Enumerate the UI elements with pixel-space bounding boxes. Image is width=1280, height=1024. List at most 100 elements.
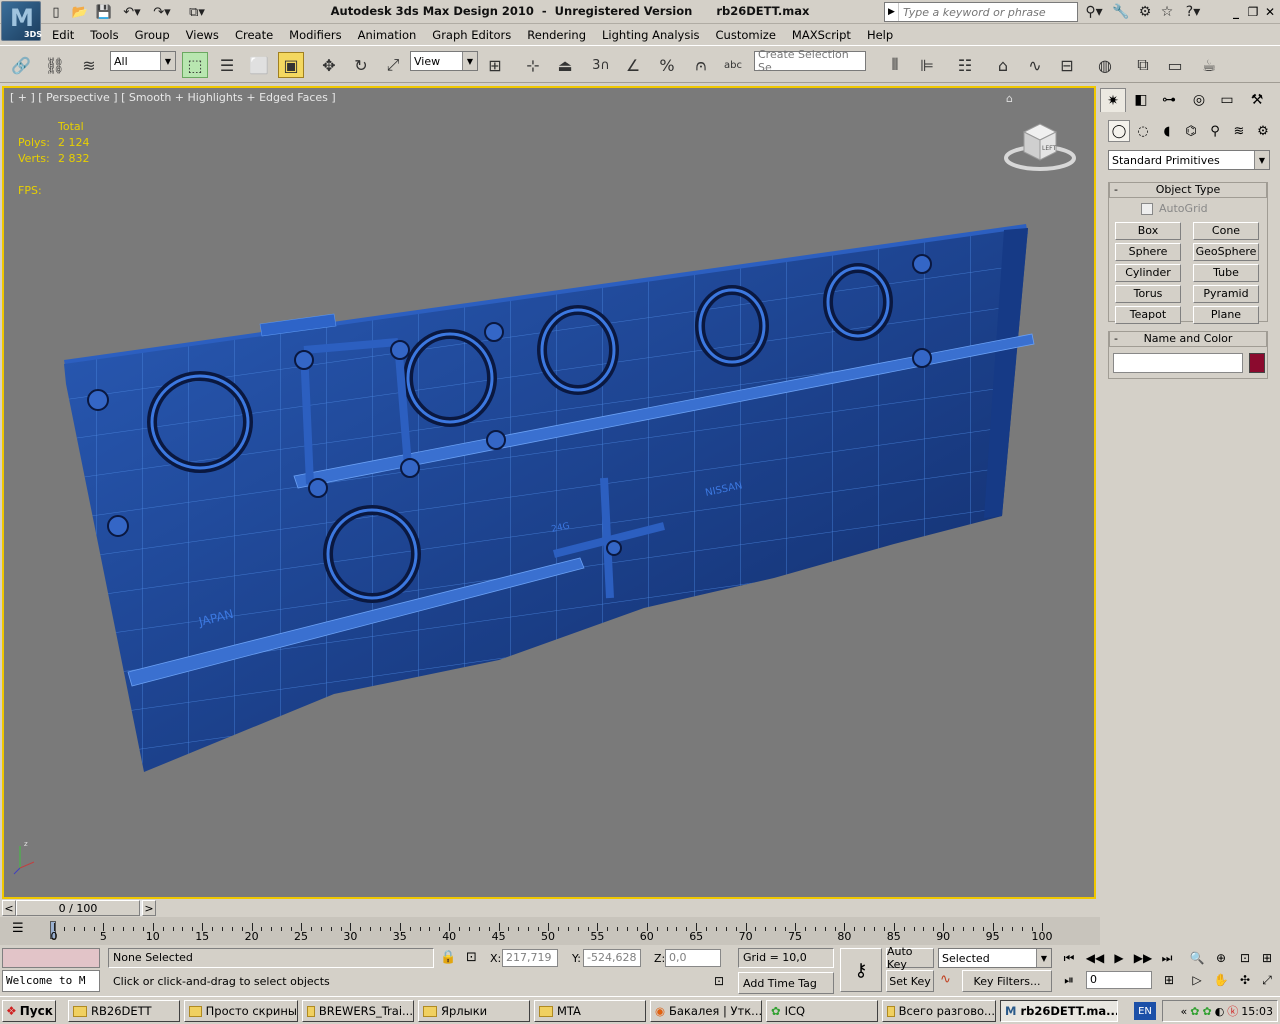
helpers-category-icon[interactable]: ⚲ <box>1204 120 1226 142</box>
key-mode-toggle-icon[interactable]: ⏯ <box>1058 970 1080 990</box>
language-indicator[interactable]: EN <box>1134 1002 1156 1020</box>
minimize-icon[interactable]: _ <box>1228 4 1244 20</box>
autogrid-checkbox-box[interactable] <box>1141 202 1153 215</box>
pivot-center-icon[interactable]: ⊞ <box>482 52 508 78</box>
create-tab-icon[interactable]: ✷ <box>1100 88 1126 112</box>
next-frame-icon[interactable]: ▶▶ <box>1132 948 1154 968</box>
schematic-view-icon[interactable]: ⊟ <box>1054 52 1080 78</box>
track-bar[interactable]: ☰ 0 5 10 15 20 25 30 35 40 45 50 55 60 65 70 75 80 85 90 95… <box>0 917 1100 945</box>
menu-animation[interactable]: Animation <box>350 25 425 44</box>
render-production-icon[interactable]: ☕ <box>1196 52 1222 78</box>
menu-views[interactable]: Views <box>178 25 227 44</box>
shapes-category-icon[interactable]: ◌ <box>1132 120 1154 142</box>
maxscript-mini-listener[interactable]: Welcome to M <box>2 970 100 992</box>
volume-tray-icon[interactable]: ◐ <box>1215 1005 1225 1018</box>
engine-block-model[interactable]: JAPAN NISSAN 24G <box>4 88 1094 897</box>
snaps-toggle-icon[interactable]: 3 ∩ <box>588 52 614 78</box>
undo-icon[interactable]: ↶▾ <box>118 3 146 21</box>
primitive-category-dropdown[interactable]: Standard Primitives ▼ <box>1108 150 1270 170</box>
sphere-button[interactable]: Sphere <box>1115 243 1181 261</box>
select-object-icon[interactable]: ⬚ <box>182 52 208 78</box>
cone-button[interactable]: Cone <box>1193 222 1259 240</box>
search-expand-icon[interactable]: ▶ <box>885 3 899 21</box>
material-editor-icon[interactable]: ◍ <box>1092 52 1118 78</box>
antivirus-tray-icon[interactable]: ⓚ <box>1227 1003 1238 1019</box>
maximize-viewport-icon[interactable]: ⤢ <box>1256 970 1278 990</box>
menu-group[interactable]: Group <box>127 25 178 44</box>
menu-modifiers[interactable]: Modifiers <box>281 25 350 44</box>
taskbar-item[interactable]: ✿ ICQ <box>766 1000 878 1022</box>
cylinder-button[interactable]: Cylinder <box>1115 264 1181 282</box>
open-file-icon[interactable]: 📂 <box>70 3 90 21</box>
named-selection-input[interactable]: Create Selection Se <box>754 48 866 74</box>
subscription-icon[interactable]: ⚙ <box>1134 3 1156 21</box>
select-manipulate-icon[interactable]: ⊹ <box>520 52 546 78</box>
lights-category-icon[interactable]: ◖ <box>1156 120 1178 142</box>
window-crossing-icon[interactable]: ▣ <box>278 52 304 78</box>
menu-help[interactable]: Help <box>859 25 901 44</box>
pyramid-button[interactable]: Pyramid <box>1193 285 1259 303</box>
menu-graph-editors[interactable]: Graph Editors <box>424 25 519 44</box>
autogrid-checkbox[interactable]: AutoGrid <box>1141 202 1208 215</box>
add-time-tag-button[interactable]: Add Time Tag <box>738 972 834 994</box>
graphite-modeling-tools-icon[interactable]: ⌂ <box>990 52 1016 78</box>
icq-tray-icon[interactable]: ✿ <box>1190 1005 1199 1018</box>
percent-snap-icon[interactable]: % <box>654 52 680 78</box>
y-coord-input[interactable]: -524,628 <box>583 949 641 967</box>
go-to-end-icon[interactable]: ⏭ <box>1156 948 1178 968</box>
menu-tools[interactable]: Tools <box>82 25 126 44</box>
teapot-button[interactable]: Teapot <box>1115 306 1181 324</box>
selection-filter-dropdown[interactable]: All ▼ <box>110 51 176 71</box>
favorites-star-icon[interactable]: ☆ <box>1156 3 1178 21</box>
name-and-color-rollout-header[interactable]: - Name and Color <box>1109 331 1267 347</box>
modify-tab-icon[interactable]: ◧ <box>1128 88 1154 112</box>
select-by-name-icon[interactable]: ☰ <box>214 52 240 78</box>
plane-button[interactable]: Plane <box>1193 306 1259 324</box>
go-to-start-icon[interactable]: ⏮ <box>1058 948 1080 968</box>
previous-frame-icon[interactable]: ◀◀ <box>1084 948 1106 968</box>
menu-maxscript[interactable]: MAXScript <box>784 25 859 44</box>
geometry-category-icon[interactable]: ◯ <box>1108 120 1130 142</box>
pan-view-icon[interactable]: ✋ <box>1210 970 1232 990</box>
taskbar-item[interactable]: ◉ Бакалея | Утк... <box>650 1000 762 1022</box>
tray-expand-icon[interactable]: « <box>1181 1005 1188 1018</box>
object-name-input[interactable] <box>1113 353 1243 373</box>
render-setup-icon[interactable]: ⧉ <box>1130 52 1156 78</box>
select-and-link-icon[interactable]: 🔗 <box>8 52 34 78</box>
zoom-icon[interactable]: 🔍 <box>1186 948 1208 968</box>
menu-create[interactable]: Create <box>227 25 281 44</box>
box-button[interactable]: Box <box>1115 222 1181 240</box>
set-key-icon[interactable]: ⚷ <box>840 948 882 992</box>
menu-rendering[interactable]: Rendering <box>519 25 594 44</box>
communication-center-icon[interactable]: 🔧 <box>1110 3 1132 21</box>
field-of-view-icon[interactable]: ▷ <box>1186 970 1208 990</box>
help-icon[interactable]: ?▾ <box>1178 3 1208 21</box>
select-and-rotate-icon[interactable]: ↻ <box>348 52 374 78</box>
geosphere-button[interactable]: GeoSphere <box>1193 243 1259 261</box>
align-icon[interactable]: ⊫ <box>914 52 940 78</box>
time-slider-thumb[interactable]: 0 / 100 <box>16 900 140 916</box>
time-configuration-icon[interactable]: ⊞ <box>1158 970 1180 990</box>
orbit-icon[interactable]: ✣ <box>1234 970 1256 990</box>
menu-lighting-analysis[interactable]: Lighting Analysis <box>594 25 708 44</box>
redo-icon[interactable]: ↷▾ <box>148 3 176 21</box>
taskbar-item[interactable]: RB26DETT <box>68 1000 180 1022</box>
key-mode-dropdown[interactable]: Selected ▼ <box>938 948 1052 968</box>
project-folder-icon[interactable]: ⧉▾ <box>180 3 214 21</box>
maxscript-mini-listener-top[interactable] <box>2 948 100 968</box>
lock-selection-icon[interactable]: 🔒 <box>440 950 456 965</box>
zoom-extents-all-icon[interactable]: ⊞ <box>1256 948 1278 968</box>
mirror-icon[interactable]: ⫴ <box>882 52 908 78</box>
restore-icon[interactable]: ❐ <box>1245 4 1261 20</box>
binoculars-icon[interactable]: ⚲▾ <box>1080 3 1108 21</box>
perspective-viewport[interactable]: [ + ] [ Perspective ] [ Smooth + Highlig… <box>2 86 1096 899</box>
z-coord-input[interactable]: 0,0 <box>665 949 721 967</box>
save-file-icon[interactable]: 💾 <box>94 3 114 21</box>
rendered-frame-window-icon[interactable]: ▭ <box>1162 52 1188 78</box>
application-menu-button[interactable]: M 3DS <box>1 1 42 41</box>
object-color-swatch[interactable] <box>1249 353 1265 373</box>
time-slider-prev[interactable]: < <box>2 900 16 916</box>
menu-customize[interactable]: Customize <box>708 25 784 44</box>
network-tray-icon[interactable]: ✿ <box>1202 1005 1211 1018</box>
select-and-scale-icon[interactable]: ⤢ <box>380 52 406 78</box>
